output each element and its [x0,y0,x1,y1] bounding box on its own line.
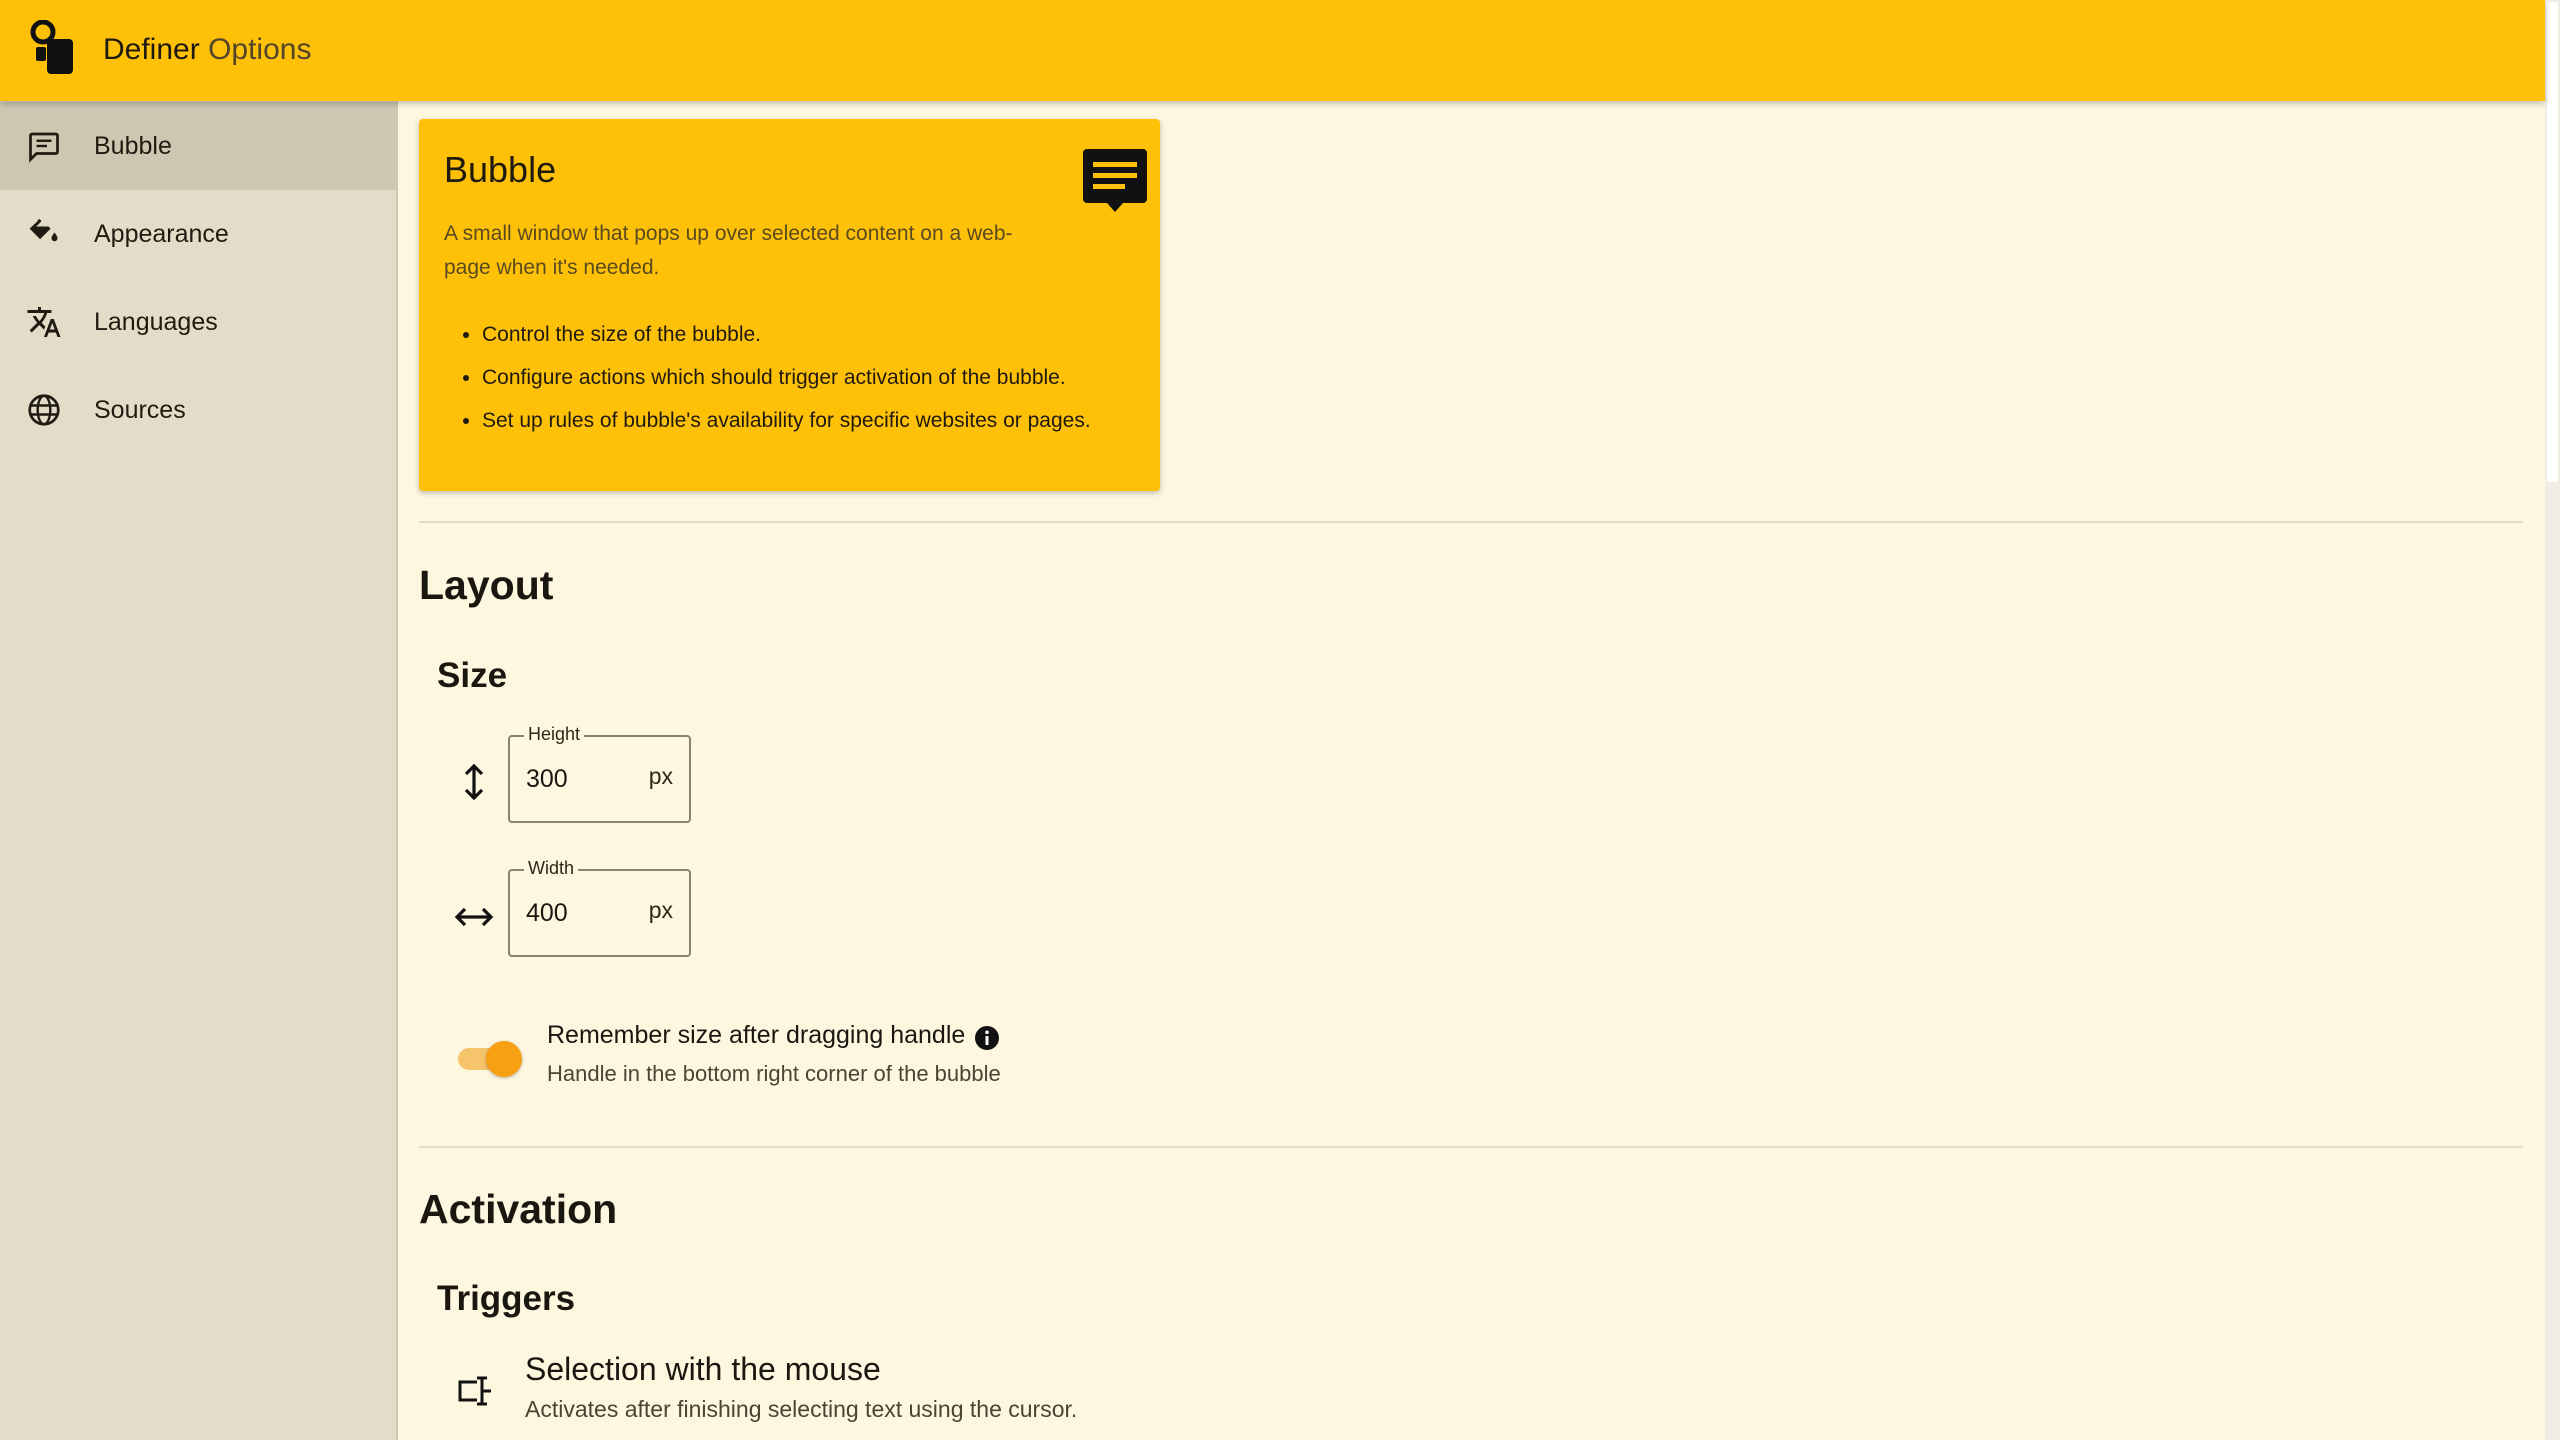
remember-size-toggle[interactable] [458,1039,522,1079]
card-title: Bubble [444,149,557,190]
text-select-icon [458,1376,491,1406]
height-field: Height px [508,724,691,823]
app-name: Definer [103,33,200,66]
app-title: Definer Options [103,30,311,70]
sidebar-item-label: Bubble [94,132,172,160]
width-label: Width [524,858,579,879]
translate-icon [27,307,61,337]
width-field: Width px [508,858,691,957]
feature-item: Configure actions which should trigger a… [482,362,1142,393]
chat-bubble-icon [29,132,59,163]
toggle-thumb [486,1041,522,1077]
feature-item: Control the size of the bubble. [482,319,1142,350]
chat-bubble-icon [1083,149,1147,212]
sidebar-item-bubble[interactable]: Bubble [0,102,398,190]
sidebar: Bubble Appearance Languages Sources [0,101,398,1440]
size-heading: Size [437,656,508,695]
sidebar-item-languages[interactable]: Languages [0,278,398,366]
app-bar: Definer Options [0,0,2545,101]
feature-list: Control the size of the bubble. Configur… [482,319,1142,448]
sidebar-item-sources[interactable]: Sources [0,366,398,454]
remember-size-label: Remember size after dragging handle [547,1021,966,1049]
scrollbar-thumb[interactable] [2547,2,2558,482]
divider [419,1146,2523,1148]
main-content: Bubble A small window that pops up over … [400,101,2545,1440]
height-unit: px [648,763,673,789]
horizontal-arrows-icon [454,907,494,927]
trigger-description: Activates after finishing selecting text… [525,1396,1078,1422]
sidebar-item-appearance[interactable]: Appearance [0,190,398,278]
scrollbar[interactable] [2545,0,2560,1440]
triggers-heading: Triggers [437,1279,576,1318]
layout-heading: Layout [419,562,554,608]
intro-card: Bubble A small window that pops up over … [419,119,1160,491]
sidebar-item-label: Languages [94,308,218,336]
remember-size-description: Handle in the bottom right corner of the… [547,1061,1001,1086]
globe-icon [28,394,60,426]
width-input[interactable] [526,893,626,933]
width-unit: px [648,897,673,923]
height-input[interactable] [526,759,626,799]
logo-icon [30,20,73,74]
vertical-arrows-icon [464,763,484,801]
divider [419,521,2523,523]
activation-heading: Activation [419,1186,618,1232]
feature-item: Set up rules of bubble's availability fo… [482,405,1142,436]
sidebar-item-label: Appearance [94,220,229,248]
trigger-title: Selection with the mouse [525,1351,881,1387]
height-label: Height [524,724,585,745]
sidebar-item-label: Sources [94,396,186,424]
card-description: A small window that pops up over selecte… [444,222,1013,279]
paint-bucket-icon [29,219,58,242]
app-section: Options [208,33,312,66]
info-icon[interactable] [974,1025,1000,1051]
